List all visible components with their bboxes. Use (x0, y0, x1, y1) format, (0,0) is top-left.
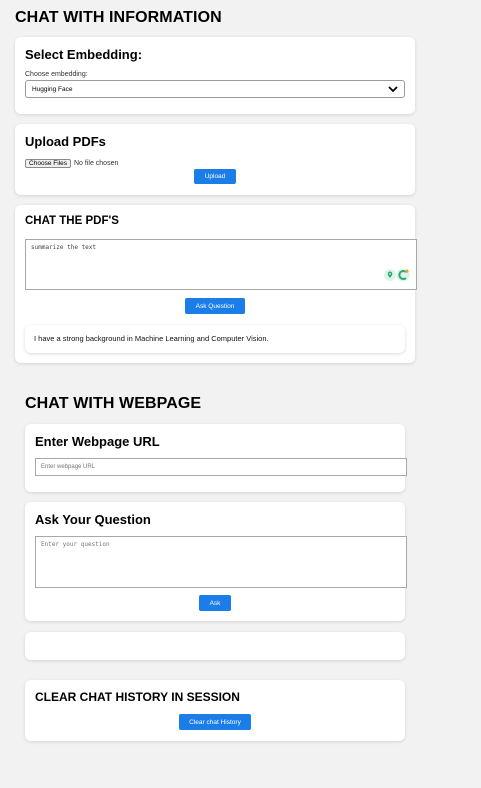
webpage-question-textarea[interactable]: Enter your question (35, 536, 407, 588)
choose-files-button[interactable]: Choose Files (25, 159, 71, 168)
embedding-card: Select Embedding: Choose embedding: Hugg… (15, 37, 415, 114)
webpage-url-title: Enter Webpage URL (35, 434, 160, 449)
upload-title: Upload PDFs (25, 134, 106, 149)
pdf-answer-box: I have a strong background in Machine Le… (25, 325, 405, 353)
page-title: CHAT WITH INFORMATION (15, 9, 222, 26)
webpage-url-input[interactable]: Enter webpage URL (35, 458, 407, 476)
pdf-question-textarea[interactable]: summarize the text (25, 239, 417, 290)
webpage-url-placeholder: Enter webpage URL (41, 464, 96, 470)
pdf-answer-text: I have a strong background in Machine Le… (34, 334, 269, 343)
pdf-question-value: summarize the text (31, 244, 97, 251)
chat-pdf-card: CHAT THE PDF'S summarize the text Ask Qu… (15, 205, 417, 363)
webpage-url-card: Enter Webpage URL Enter webpage URL (25, 424, 407, 492)
ask-question-button[interactable]: Ask Question (185, 298, 245, 314)
webpage-ask-button[interactable]: Ask (199, 595, 231, 611)
embedding-selected-value: Hugging Face (32, 85, 73, 93)
chevron-down-icon (388, 86, 398, 93)
upload-card: Upload PDFs Choose Files No file chosen … (15, 124, 415, 195)
webpage-question-placeholder: Enter your question (41, 541, 110, 548)
embedding-label: Choose embedding: (25, 71, 88, 78)
webpage-section-title: CHAT WITH WEBPAGE (25, 395, 202, 412)
clear-history-card: CLEAR CHAT HISTORY IN SESSION Clear chat… (25, 680, 405, 741)
webpage-answer-box (25, 632, 405, 660)
embedding-select[interactable]: Hugging Face (25, 80, 405, 98)
embedding-title: Select Embedding: (25, 47, 143, 62)
webpage-question-title: Ask Your Question (35, 512, 151, 527)
assistant-extension-icon[interactable] (396, 268, 410, 282)
clear-history-button[interactable]: Clear chat History (179, 714, 251, 730)
webpage-question-card: Ask Your Question Enter your question As… (25, 502, 407, 621)
no-file-label: No file chosen (74, 160, 119, 167)
clear-history-title: CLEAR CHAT HISTORY IN SESSION (35, 690, 240, 704)
location-pin-icon[interactable] (384, 269, 396, 281)
chat-pdf-title: CHAT THE PDF'S (25, 215, 119, 227)
upload-button[interactable]: Upload (194, 169, 236, 184)
